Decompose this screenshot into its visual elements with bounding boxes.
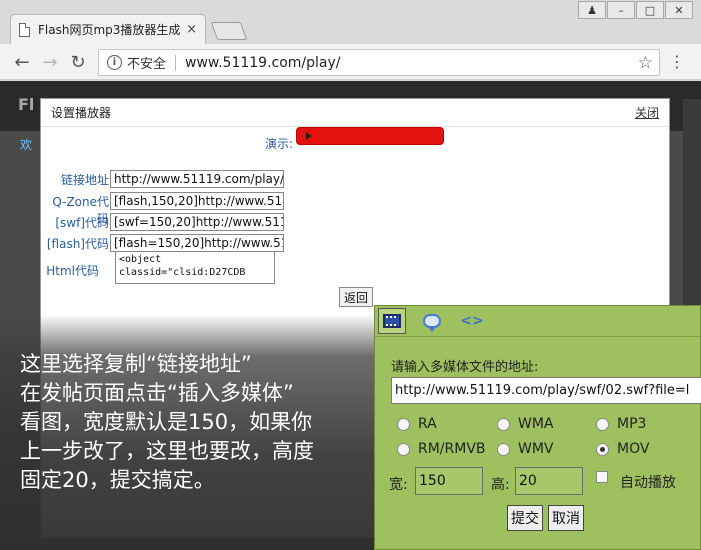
back-button[interactable]: 返回 [339, 287, 374, 307]
qzone-code-field[interactable]: [flash,150,20]http://www.5111 [110, 192, 284, 210]
format-radio-mov[interactable]: MOV [596, 441, 649, 457]
page-bg-title: Fl [18, 95, 35, 114]
media-panel-tabs: <> [375, 306, 700, 336]
browser-titlebar: Flash网页mp3播放器生成 × ♟ – □ ✕ [0, 0, 701, 44]
media-url-input[interactable]: http://www.51119.com/play/swf/02.swf?fil… [391, 377, 701, 404]
insert-media-panel: <> 请输入多媒体文件的地址: http://www.51119.com/pla… [374, 305, 701, 550]
flash-code-field[interactable]: [flash=150,20]http://www.511 [110, 234, 284, 252]
menu-dots-icon[interactable]: ⋮ [669, 52, 685, 71]
radio-label: MP3 [617, 416, 647, 432]
format-radio-ra[interactable]: RA [397, 416, 437, 432]
panel-divider [375, 336, 700, 337]
radio-icon [397, 442, 410, 456]
instruction-caption: 这里选择复制“链接地址” 在发帖页面点击“插入多媒体” 看图，宽度默认是150，… [20, 350, 370, 495]
format-radio-rm[interactable]: RM/RMVB [397, 441, 486, 457]
caption-line: 这里选择复制“链接地址” [20, 352, 252, 376]
document-icon [19, 22, 30, 37]
html-code-textarea[interactable]: <object classid="clsid:D27CDB [115, 251, 275, 284]
browser-tab[interactable]: Flash网页mp3播放器生成 × [10, 14, 206, 44]
radio-label: RA [418, 416, 437, 432]
dialog-header: 设置播放器 关闭 [41, 99, 669, 127]
tab-comment[interactable] [418, 308, 446, 334]
dialog-title: 设置播放器 [51, 106, 112, 120]
maximize-button[interactable]: □ [636, 1, 664, 19]
format-radio-wmv[interactable]: WMV [497, 441, 554, 457]
row-label-swf: [swf]代码 [55, 216, 109, 230]
media-url-label: 请输入多媒体文件的地址: [391, 360, 539, 375]
film-icon [383, 314, 401, 328]
link-address-field[interactable]: http://www.51119.com/play/sw [110, 170, 284, 188]
html-code-line: <object [119, 254, 162, 265]
radio-icon [596, 417, 609, 431]
page-bg-link[interactable]: 欢 [20, 136, 32, 153]
caption-line: 固定20，提交搞定。 [20, 468, 215, 492]
user-profile-icon[interactable]: ♟ [578, 1, 606, 19]
address-bar[interactable]: i 不安全 www.51119.com/play/ ☆ [98, 49, 660, 76]
row-label-flash: [flash]代码 [46, 237, 109, 251]
address-separator [175, 54, 177, 71]
radio-label: MOV [617, 441, 650, 457]
radio-icon [497, 417, 510, 431]
bookmark-star-icon[interactable]: ☆ [638, 53, 653, 73]
width-input[interactable]: 150 [415, 467, 483, 495]
format-radio-mp3[interactable]: MP3 [596, 416, 646, 432]
swf-code-field[interactable]: [swf=150,20]http://www.5111 [110, 213, 284, 231]
code-icon: <> [460, 313, 484, 329]
row-label-link: 链接地址 [60, 173, 109, 187]
html-code-line: classid="clsid:D27CDB [119, 267, 246, 278]
url-text[interactable]: www.51119.com/play/ [185, 55, 638, 71]
radio-label: WMV [518, 441, 554, 457]
speech-bubble-icon [423, 314, 441, 332]
demo-label: 演示: [265, 137, 294, 151]
radio-selected-icon [596, 442, 609, 456]
autoplay-label: 自动播放 [620, 475, 676, 491]
browser-toolbar: ← → ↻ i 不安全 www.51119.com/play/ ☆ ⋮ [0, 44, 701, 80]
tab-title: Flash网页mp3播放器生成 [38, 23, 181, 37]
demo-player[interactable] [296, 127, 444, 145]
tab-media[interactable] [378, 308, 406, 334]
info-icon[interactable]: i [107, 55, 122, 70]
radio-icon [497, 442, 510, 456]
radio-label: WMA [518, 416, 554, 432]
radio-label: RM/RMVB [418, 441, 486, 457]
caption-line: 上一步改了，这里也要改，高度 [20, 439, 314, 463]
row-label-html: Html代码 [46, 264, 99, 278]
submit-button[interactable]: 提交 [507, 505, 543, 531]
caption-line: 看图，宽度默认是150，如果你 [20, 410, 313, 434]
format-radio-wma[interactable]: WMA [497, 416, 554, 432]
height-input[interactable]: 20 [515, 467, 583, 495]
dialog-close-link[interactable]: 关闭 [635, 104, 659, 121]
width-label: 宽: [389, 477, 408, 493]
autoplay-checkbox[interactable] [596, 471, 608, 483]
tab-code[interactable]: <> [458, 308, 486, 334]
caption-line: 在发帖页面点击“插入多媒体” [20, 381, 294, 405]
radio-icon [397, 417, 410, 431]
close-window-button[interactable]: ✕ [665, 1, 693, 19]
play-icon[interactable] [306, 132, 312, 140]
forward-arrow-icon[interactable]: → [38, 50, 62, 74]
cancel-button[interactable]: 取消 [548, 505, 584, 531]
minimize-button[interactable]: – [607, 1, 635, 19]
new-tab-button[interactable] [210, 22, 248, 40]
height-label: 高: [491, 477, 510, 493]
security-label[interactable]: 不安全 [127, 53, 166, 72]
back-arrow-icon[interactable]: ← [10, 50, 34, 74]
reload-icon[interactable]: ↻ [66, 50, 90, 74]
window-controls: ♟ – □ ✕ [577, 1, 693, 19]
tab-close-icon[interactable]: × [186, 22, 197, 37]
